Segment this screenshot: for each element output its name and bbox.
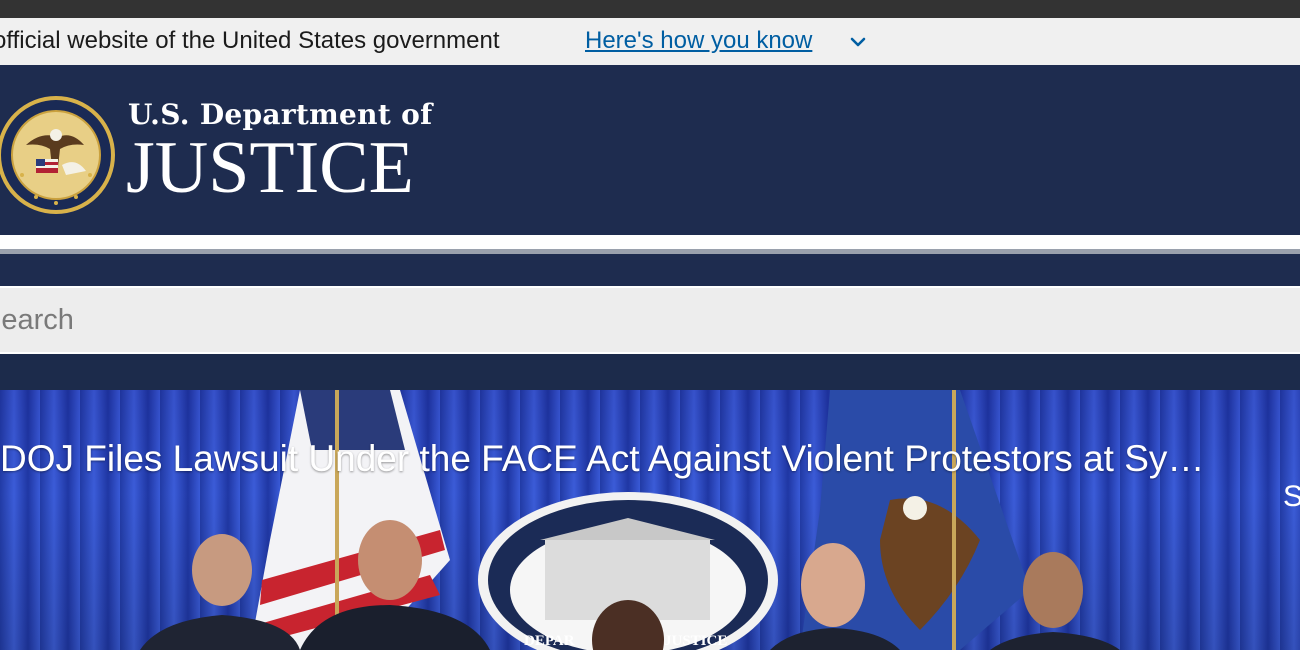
search-input[interactable] [0, 286, 1300, 354]
svg-text:DEPAR: DEPAR [524, 633, 575, 649]
content-top-band [0, 354, 1300, 390]
hero-headline[interactable]: DOJ Files Lawsuit Under the FACE Act Aga… [0, 438, 1235, 480]
header-divider [0, 235, 1300, 249]
next-slide-peek[interactable]: S [1283, 480, 1300, 514]
site-header: U.S. Department of JUSTICE [0, 65, 1300, 235]
official-site-text: official website of the United States go… [0, 27, 500, 54]
brand-title[interactable]: JUSTICE [126, 131, 414, 205]
nav-band [0, 254, 1300, 286]
chevron-down-icon[interactable] [848, 31, 868, 51]
svg-text:JUSTICE: JUSTICE [664, 633, 727, 649]
heres-how-you-know-link[interactable]: Here's how you know [585, 27, 812, 55]
hero-carousel-slide[interactable]: DEPAR JUSTICE DOJ Files Lawsuit Under th… [0, 390, 1300, 650]
gov-banner: official website of the United States go… [0, 18, 1300, 65]
browser-top-strip [0, 0, 1300, 18]
press-conference-image: DEPAR JUSTICE [140, 390, 1120, 650]
doj-seal-logo[interactable] [0, 93, 116, 218]
